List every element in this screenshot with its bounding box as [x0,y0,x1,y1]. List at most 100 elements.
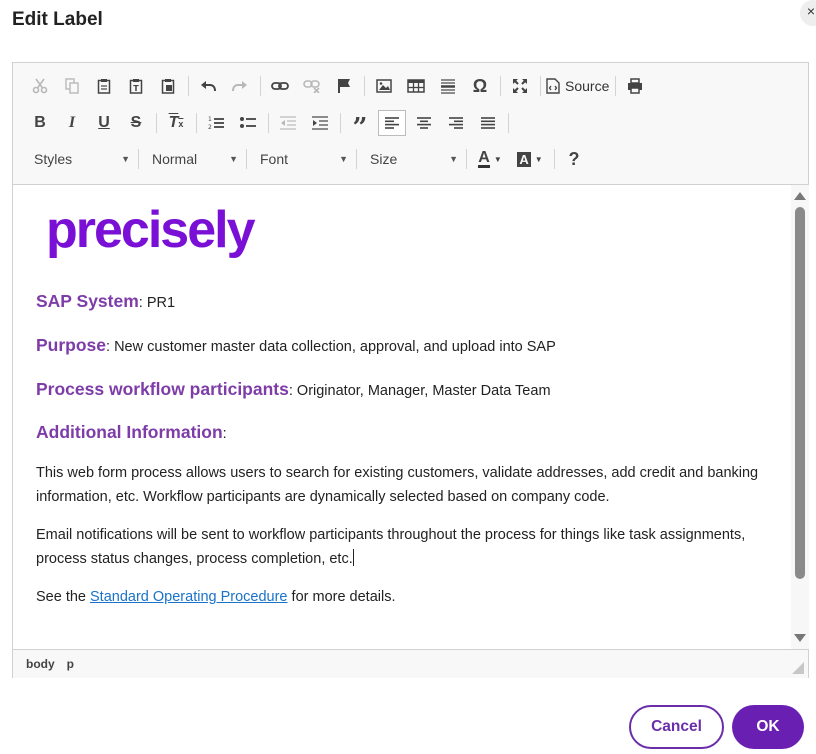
strikethrough-button[interactable]: S [122,110,150,136]
editor-toolbar: T Ω Source B I U S Tx 1 2 ” Styles ▼ Nor… [13,63,808,185]
indent-icon [312,116,328,130]
additional-info-line: Additional Information: [36,422,227,443]
sap-system-line: SAP System: PR1 [36,291,175,312]
bulleted-list-button[interactable] [234,110,262,136]
maximize-button[interactable] [506,73,534,99]
align-justify-button[interactable] [474,110,502,136]
paste-word-button[interactable] [154,73,182,99]
toolbar-separator [615,76,617,96]
copy-icon [65,78,79,94]
scroll-down-arrow-icon[interactable] [794,634,806,642]
align-left-button[interactable] [378,110,406,136]
path-item-body[interactable]: body [26,657,55,671]
close-button[interactable]: × [800,0,816,26]
align-left-icon [385,117,399,129]
undo-icon [201,81,216,92]
toolbar-row-2: B I U S Tx 12 ” [26,108,514,141]
background-color-icon: A [517,151,531,167]
underline-button[interactable]: U [90,110,118,136]
toolbar-separator [540,76,541,96]
source-button[interactable]: Source [546,73,613,99]
unlink-button[interactable] [298,73,326,99]
background-color-button[interactable]: A ▼ [512,146,548,172]
print-button[interactable] [621,73,649,99]
format-dropdown[interactable]: Normal ▼ [144,146,244,172]
clipboard-icon [97,79,111,94]
numbered-list-icon: 12 [208,116,224,131]
horizontal-rule-button[interactable] [434,73,462,99]
path-item-p[interactable]: p [67,657,74,671]
resize-handle-icon[interactable] [792,662,804,674]
redo-button[interactable] [226,73,254,99]
anchor-button[interactable] [330,73,358,99]
styles-dropdown[interactable]: Styles ▼ [26,146,136,172]
align-center-icon [417,117,431,129]
sop-prefix: See the [36,589,91,605]
toolbar-separator [246,149,247,169]
toolbar-separator [138,149,139,169]
cancel-button[interactable]: Cancel [629,705,724,749]
purpose-value: : New customer master data collection, a… [106,339,556,355]
remove-format-icon: Tx [168,114,184,131]
strikethrough-icon: S [130,114,142,131]
table-icon [407,79,425,93]
styles-label: Styles [34,151,73,167]
align-center-button[interactable] [410,110,438,136]
blockquote-button[interactable]: ” [346,110,374,141]
horizontal-rule-icon [441,79,455,94]
remove-format-button[interactable]: Tx [162,110,190,136]
toolbar-separator [554,149,555,169]
flag-icon [338,79,350,93]
paste-word-icon [161,79,175,94]
toolbar-separator [156,113,157,133]
toolbar-separator [260,76,261,96]
image-icon [376,79,392,93]
table-button[interactable] [402,73,430,99]
size-dropdown[interactable]: Size ▼ [362,146,464,172]
paste-text-button[interactable]: T [122,73,150,99]
special-char-button[interactable]: Ω [466,73,494,99]
outdent-button[interactable] [274,110,302,136]
outdent-icon [280,116,296,130]
align-right-button[interactable] [442,110,470,136]
copy-button[interactable] [58,73,86,99]
editor-content[interactable]: precisely SAP System: PR1 Purpose: New c… [13,185,791,649]
paragraph-notifications: Email notifications will be sent to work… [36,523,781,571]
ok-button[interactable]: OK [732,705,804,749]
chevron-down-icon: ▼ [534,154,543,164]
paste-button[interactable] [90,73,118,99]
font-dropdown[interactable]: Font ▼ [252,146,354,172]
page-title: Edit Label [12,9,103,30]
cut-button[interactable] [26,73,54,99]
participants-value: : Originator, Manager, Master Data Team [288,383,551,399]
scissors-icon [32,78,48,94]
sap-system-label: SAP System [36,291,139,311]
bold-button[interactable]: B [26,110,54,136]
sop-link[interactable]: Standard Operating Procedure [90,589,288,605]
numbered-list-button[interactable]: 12 [202,110,230,136]
editor-scrollbar[interactable] [791,185,809,649]
link-button[interactable] [266,73,294,99]
help-button[interactable]: ? [560,146,588,172]
sap-system-value: : PR1 [138,295,176,311]
chevron-down-icon: ▼ [121,154,130,164]
align-justify-icon [481,117,495,129]
indent-button[interactable] [306,110,334,136]
scrollbar-thumb[interactable] [795,207,805,579]
italic-icon: I [68,114,76,131]
unlink-icon [303,80,320,93]
undo-button[interactable] [194,73,222,99]
purpose-line: Purpose: New customer master data collec… [36,335,556,356]
svg-text:2: 2 [208,124,212,131]
toolbar-separator [356,149,357,169]
participants-label: Process workflow participants [36,379,289,399]
text-color-button[interactable]: A ▼ [472,146,508,172]
logo-text: precisely [46,203,256,259]
font-label: Font [260,151,289,167]
paragraph-description: This web form process allows users to se… [36,465,759,505]
italic-button[interactable]: I [58,110,86,136]
scroll-up-arrow-icon[interactable] [794,192,806,200]
omega-icon: Ω [472,75,488,96]
text-color-icon: A [478,149,490,168]
image-button[interactable] [370,73,398,99]
